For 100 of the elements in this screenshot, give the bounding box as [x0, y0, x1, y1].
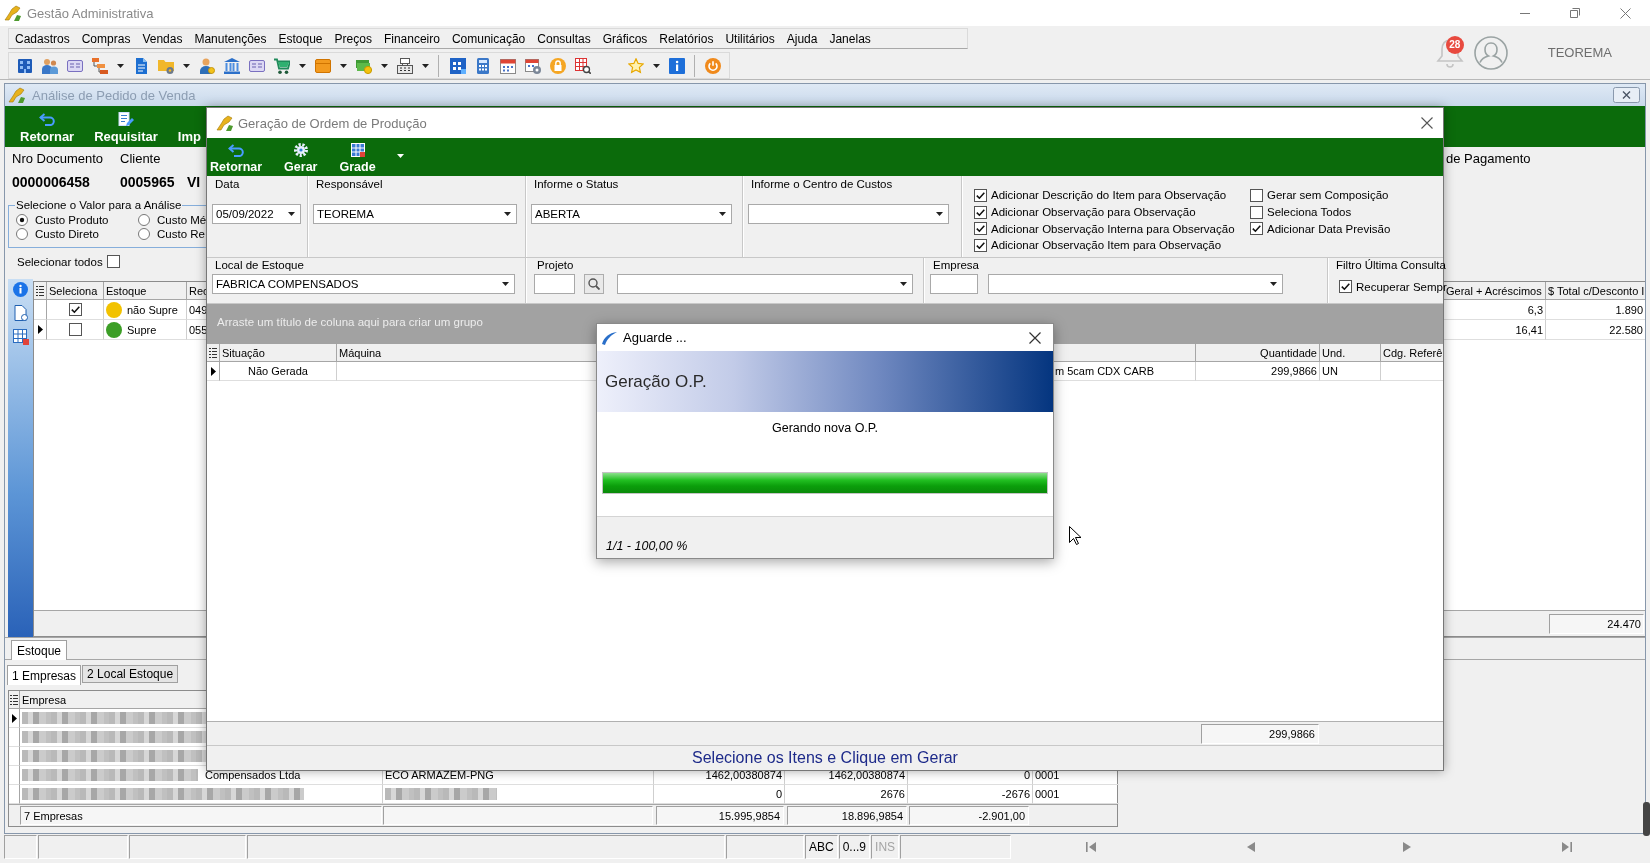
checkbox-icon[interactable] [1250, 222, 1263, 236]
tab[interactable]: 1 Empresas [7, 665, 82, 685]
caret-icon[interactable] [396, 154, 404, 158]
toolbar-button[interactable]: Retornar [210, 144, 263, 174]
column-header[interactable]: Empresa [22, 693, 67, 706]
person-coin-icon[interactable] [198, 57, 215, 74]
checkbox-option[interactable]: Seleciona Todos [1250, 205, 1352, 219]
checkbox-icon[interactable] [974, 222, 987, 236]
cash-register-icon[interactable] [396, 57, 413, 74]
menu-item[interactable]: Comunicação [445, 31, 532, 46]
radio-icon[interactable] [16, 214, 28, 226]
radio-icon[interactable] [16, 228, 28, 240]
status-dropdown[interactable]: ABERTA [531, 204, 732, 224]
row-selector[interactable] [34, 320, 47, 340]
calendar-icon[interactable] [499, 57, 516, 74]
caret-icon[interactable] [652, 63, 660, 68]
column-header[interactable]: Und. [1322, 346, 1346, 359]
id-card-icon[interactable] [66, 57, 83, 74]
input-field[interactable] [534, 274, 575, 294]
caret-icon[interactable] [116, 63, 124, 68]
restore-icon[interactable] [1570, 8, 1580, 18]
star-icon[interactable] [627, 57, 644, 74]
calendar-grid-icon[interactable] [449, 57, 466, 74]
building-icon[interactable] [16, 57, 33, 74]
checkbox-icon[interactable] [1250, 205, 1263, 219]
hierarchy-icon[interactable] [91, 57, 108, 74]
column-header[interactable]: Seleciona [49, 284, 98, 297]
radio-icon[interactable] [138, 214, 150, 226]
calendar-gear-icon[interactable] [524, 57, 541, 74]
input-field[interactable] [930, 274, 978, 294]
checkbox-icon[interactable] [974, 205, 987, 219]
toolbar-button[interactable]: Grade [339, 143, 376, 174]
stock-location-dropdown[interactable]: FABRICA COMPENSADOS [212, 274, 515, 294]
checkbox-option[interactable]: Recuperar Sempr [1339, 280, 1447, 293]
menu-item[interactable]: Compras [75, 31, 137, 46]
toolbar-button[interactable]: Imp [177, 129, 201, 144]
column-header[interactable]: Situação [222, 346, 265, 359]
menu-item[interactable]: Vendas [136, 31, 189, 46]
first-icon[interactable] [1086, 842, 1097, 852]
menu-item[interactable]: Gráficos [596, 31, 654, 46]
scrollbar-thumb[interactable] [1643, 802, 1650, 836]
id-card-icon[interactable] [248, 57, 265, 74]
checkbox-option[interactable]: Adicionar Observação Item para Observação [974, 238, 1222, 252]
calculator-icon[interactable] [474, 57, 491, 74]
menu-item[interactable]: Ajuda [780, 31, 824, 46]
people-icon[interactable] [41, 57, 58, 74]
caret-icon[interactable] [298, 63, 306, 68]
box-icon[interactable] [314, 57, 331, 74]
tab[interactable]: 2 Local Estoque [82, 665, 179, 683]
caret-icon[interactable] [421, 63, 429, 68]
power-icon[interactable] [704, 57, 721, 74]
responsible-dropdown[interactable]: TEOREMA [313, 204, 517, 224]
radio-option[interactable]: Custo Produto [16, 214, 109, 226]
radio-option[interactable]: Custo Direto [16, 228, 99, 240]
checkbox-option[interactable]: Adicionar Data Previsão [1250, 222, 1391, 236]
radio-icon[interactable] [138, 228, 150, 240]
checkbox-icon[interactable] [974, 238, 987, 252]
bank-icon[interactable] [223, 57, 240, 74]
table-search-icon[interactable] [574, 57, 591, 74]
tab[interactable]: Estoque [11, 640, 68, 660]
column-header[interactable]: Estoque [106, 284, 147, 297]
close-icon[interactable] [1421, 117, 1433, 129]
menu-item[interactable]: Financeiro [377, 31, 446, 46]
caret-icon[interactable] [380, 63, 388, 68]
radio-option[interactable]: Custo Re [138, 228, 205, 240]
menu-item[interactable]: Relatórios [653, 31, 720, 46]
radio-option[interactable]: Custo Mé [138, 214, 207, 226]
checkbox-option[interactable]: Gerar sem Composição [1250, 188, 1389, 202]
info-icon[interactable] [668, 57, 685, 74]
search-button[interactable] [584, 274, 604, 294]
folder-gear-icon[interactable] [157, 57, 174, 74]
caret-icon[interactable] [182, 63, 190, 68]
checkbox-option[interactable]: Adicionar Observação Interna para Observação [974, 222, 1235, 236]
close-icon[interactable] [1029, 331, 1041, 344]
column-header[interactable]: $ Total c/Desconto I [1548, 284, 1645, 297]
table-icon[interactable] [12, 329, 29, 345]
checkbox-icon[interactable] [106, 255, 120, 268]
toolbar-button[interactable]: Gerar [284, 143, 318, 174]
checkbox-icon[interactable] [974, 188, 987, 202]
toolbar-button[interactable]: Retornar [20, 113, 75, 144]
info-icon[interactable] [13, 282, 28, 297]
toolbar-button[interactable]: Requisitar [94, 112, 158, 144]
checkbox-option[interactable]: Selecionar todos [17, 255, 120, 268]
column-header[interactable]: Cdg. Referê [1383, 346, 1443, 359]
checkbox-icon[interactable] [1250, 188, 1263, 202]
menu-item[interactable]: Janelas [823, 31, 877, 46]
column-header[interactable]: Quantidade [1260, 346, 1317, 359]
caret-icon[interactable] [339, 63, 347, 68]
company-dropdown[interactable] [988, 274, 1283, 294]
menu-item[interactable]: Preços [328, 31, 378, 46]
money-icon[interactable] [355, 57, 372, 74]
checkbox-option[interactable]: Adicionar Descrição do Item para Observação [974, 188, 1227, 202]
row-selector[interactable] [207, 362, 220, 381]
document-icon[interactable] [13, 305, 28, 321]
menu-item[interactable]: Utilitários [719, 31, 781, 46]
checkbox-icon[interactable] [68, 303, 82, 316]
checkbox-icon[interactable] [1339, 280, 1352, 293]
cost-center-dropdown[interactable] [748, 204, 949, 224]
project-dropdown[interactable] [617, 274, 913, 294]
column-header[interactable]: Máquina [339, 346, 382, 359]
